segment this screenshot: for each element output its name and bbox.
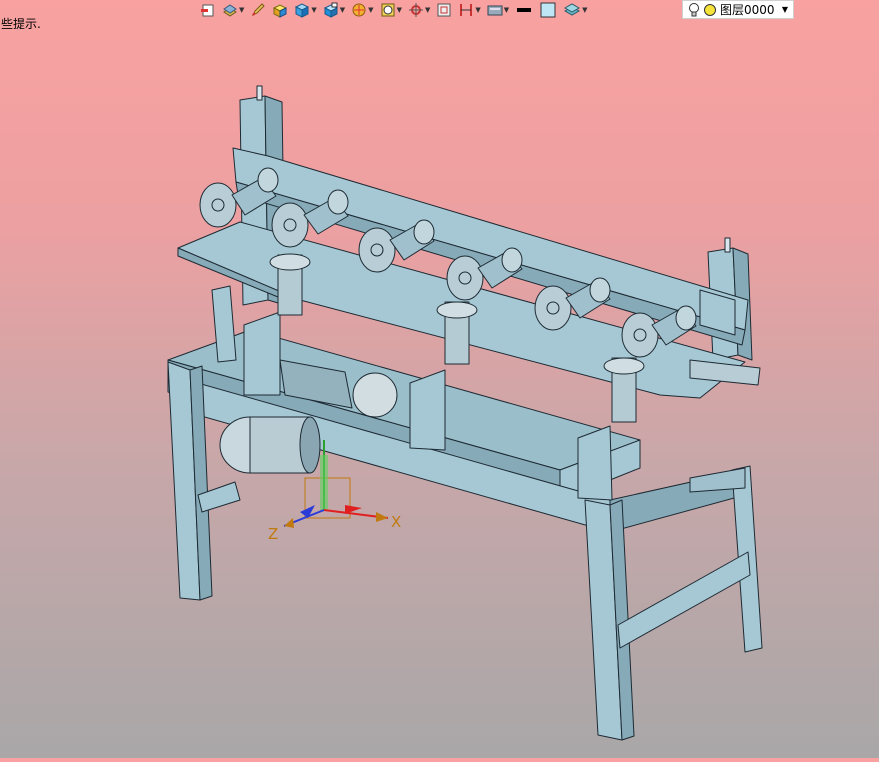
pen-edit-icon <box>252 3 266 17</box>
layer-stack-icon <box>564 3 581 16</box>
selection-filter-button[interactable]: ▼ <box>378 0 404 20</box>
line-color-icon <box>517 8 532 12</box>
section-color-icon <box>352 3 366 17</box>
layer-settings-button[interactable]: ▼ <box>220 0 246 20</box>
fill-color-button[interactable] <box>537 0 559 20</box>
lower-stretcher <box>617 551 751 649</box>
snap-point-icon <box>408 3 423 17</box>
layer-selector[interactable]: 图层0000 ▼ <box>682 0 794 19</box>
dimension-icon <box>460 4 473 16</box>
layer-settings-icon <box>223 4 237 17</box>
fill-color-icon <box>540 2 556 18</box>
frame-button[interactable] <box>434 0 454 20</box>
view-toolbar: ▼ ▼ ▼ ▼ ▼ ▼ ▼ ▼ ▼ <box>198 0 590 20</box>
layer-name: 图层0000 <box>720 3 775 17</box>
frame-icon <box>437 3 451 17</box>
display-mode-button[interactable]: ▼ <box>485 0 511 20</box>
lightbulb-icon <box>689 2 699 16</box>
x-axis-arrow <box>345 505 362 514</box>
solid-block-button[interactable] <box>270 0 290 20</box>
section-color-button[interactable]: ▼ <box>349 0 375 20</box>
selection-filter-icon <box>381 3 395 17</box>
layer-stack-button[interactable]: ▼ <box>561 0 589 20</box>
machine-model[interactable]: X Z <box>0 0 879 758</box>
hint-text: 些提示. <box>1 17 41 31</box>
view-orient-icon <box>323 2 338 18</box>
pen-edit-button[interactable] <box>248 0 268 20</box>
z-axis-arrow <box>300 505 315 518</box>
display-mode-icon <box>487 5 503 16</box>
layer-color-dot-icon <box>704 3 716 16</box>
z-axis-label: Z <box>268 525 278 543</box>
open-part-icon <box>201 4 214 17</box>
solid-block-icon <box>273 4 288 18</box>
3d-viewport[interactable]: X Z <box>0 0 879 758</box>
dimension-button[interactable]: ▼ <box>456 0 482 20</box>
shaded-view-button[interactable]: ▼ <box>292 0 318 20</box>
shaded-view-icon <box>295 3 310 18</box>
chevron-down-icon: ▼ <box>781 5 788 14</box>
snap-point-button[interactable]: ▼ <box>406 0 432 20</box>
open-part-button[interactable] <box>198 0 218 20</box>
view-orient-button[interactable]: ▼ <box>321 0 347 20</box>
line-color-button[interactable] <box>513 0 535 20</box>
x-axis-label: X <box>391 513 401 531</box>
